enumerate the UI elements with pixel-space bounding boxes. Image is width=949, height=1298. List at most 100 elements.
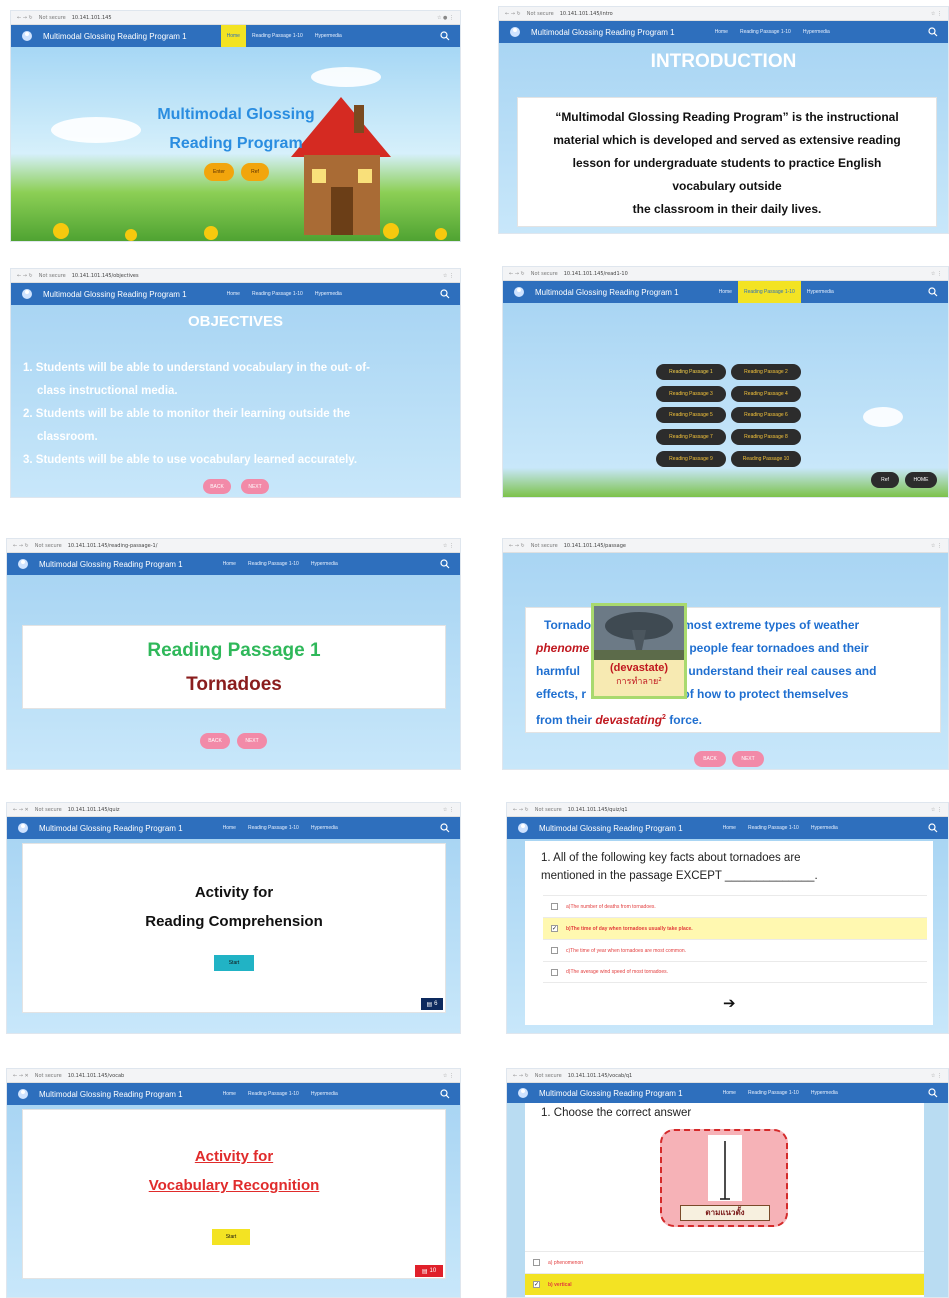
back-nav-icon[interactable]: ← → ↻ <box>513 807 529 813</box>
nav-home[interactable]: Home <box>709 21 734 43</box>
search-icon[interactable] <box>440 289 450 299</box>
start-button[interactable]: Start <box>214 955 254 971</box>
ref-button[interactable]: Ref <box>871 472 899 488</box>
site-brand[interactable]: Multimodal Glossing Reading Program 1 <box>43 32 187 41</box>
passage-button-9[interactable]: Reading Passage 9 <box>656 451 726 467</box>
option-a[interactable]: a)The number of deaths from tornadoes. <box>543 895 927 917</box>
nav-reading-passages[interactable]: Reading Passage 1-10 <box>242 553 305 575</box>
nav-hypermedia[interactable]: Hypermedia <box>805 1083 844 1103</box>
next-button[interactable]: NEXT <box>237 733 267 749</box>
passage-button-5[interactable]: Reading Passage 5 <box>656 407 726 423</box>
nav-reading-passages[interactable]: Reading Passage 1-10 <box>737 281 801 303</box>
address-bar[interactable]: 10.141.101.145/reading-passage-1/ <box>68 543 158 549</box>
address-bar[interactable]: 10.141.101.145/quiz <box>68 807 120 813</box>
search-icon[interactable] <box>440 823 450 833</box>
checkbox[interactable] <box>533 1259 540 1266</box>
nav-hypermedia[interactable]: Hypermedia <box>801 281 840 303</box>
checkbox-checked[interactable]: ✓ <box>533 1281 540 1288</box>
search-icon[interactable] <box>440 1089 450 1099</box>
back-button[interactable]: BACK <box>203 479 231 494</box>
nav-hypermedia[interactable]: Hypermedia <box>797 21 836 43</box>
site-brand[interactable]: Multimodal Glossing Reading Program 1 <box>539 824 683 833</box>
option-c[interactable]: c)The time of year when tornadoes are mo… <box>543 939 927 961</box>
next-button[interactable]: NEXT <box>732 751 764 767</box>
nav-reading-passages[interactable]: Reading Passage 1-10 <box>242 1083 305 1105</box>
nav-home[interactable]: Home <box>713 281 738 303</box>
back-button[interactable]: BACK <box>200 733 230 749</box>
nav-reading-passages[interactable]: Reading Passage 1-10 <box>742 817 805 839</box>
site-brand[interactable]: Multimodal Glossing Reading Program 1 <box>535 288 679 297</box>
passage-button-6[interactable]: Reading Passage 6 <box>731 407 801 423</box>
nav-reading-passages[interactable]: Reading Passage 1-10 <box>242 817 305 839</box>
nav-reading-passages[interactable]: Reading Passage 1-10 <box>246 283 309 305</box>
back-nav-icon[interactable]: ← → ↻ <box>505 11 521 17</box>
start-button[interactable]: Start <box>212 1229 250 1245</box>
nav-home[interactable]: Home <box>217 817 242 839</box>
site-brand[interactable]: Multimodal Glossing Reading Program 1 <box>39 824 183 833</box>
site-brand[interactable]: Multimodal Glossing Reading Program 1 <box>531 28 675 37</box>
address-bar[interactable]: 10.141.101.145/passage <box>564 543 626 549</box>
search-icon[interactable] <box>928 823 938 833</box>
passage-button-10[interactable]: Reading Passage 10 <box>731 451 801 467</box>
address-bar[interactable]: 10.141.101.145/intro <box>560 11 613 17</box>
option-b[interactable]: ✓ b) vertical <box>525 1273 924 1295</box>
nav-reading-passages[interactable]: Reading Passage 1-10 <box>246 25 309 47</box>
address-bar[interactable]: 10.141.101.145/read1-10 <box>564 271 628 277</box>
search-icon[interactable] <box>928 287 938 297</box>
nav-hypermedia[interactable]: Hypermedia <box>309 283 348 305</box>
gloss-word-devastating[interactable]: devastating <box>595 713 662 727</box>
nav-home[interactable]: Home <box>221 283 246 305</box>
search-icon[interactable] <box>928 27 938 37</box>
back-nav-icon[interactable]: ← → ↻ <box>513 1073 529 1079</box>
passage-button-3[interactable]: Reading Passage 3 <box>656 386 726 402</box>
site-brand[interactable]: Multimodal Glossing Reading Program 1 <box>39 1090 183 1099</box>
passage-button-2[interactable]: Reading Passage 2 <box>731 364 801 380</box>
checkbox[interactable] <box>551 903 558 910</box>
option-d[interactable]: d)The average wind speed of most tornado… <box>543 961 927 983</box>
passage-button-1[interactable]: Reading Passage 1 <box>656 364 726 380</box>
back-nav-icon[interactable]: ← → ↻ <box>17 15 33 21</box>
nav-hypermedia[interactable]: Hypermedia <box>805 817 844 839</box>
next-arrow-icon[interactable]: ➔ <box>723 994 736 1012</box>
address-bar[interactable]: 10.141.101.145/objectives <box>72 273 139 279</box>
ref-button[interactable]: Ref <box>241 163 269 181</box>
checkbox[interactable] <box>551 947 558 954</box>
next-button[interactable]: NEXT <box>241 479 269 494</box>
nav-home[interactable]: Home <box>217 1083 242 1105</box>
search-icon[interactable] <box>440 31 450 41</box>
nav-reading-passages[interactable]: Reading Passage 1-10 <box>742 1083 805 1103</box>
nav-home[interactable]: Home <box>220 25 246 47</box>
checkbox-checked[interactable]: ✓ <box>551 925 558 932</box>
site-brand[interactable]: Multimodal Glossing Reading Program 1 <box>43 290 187 299</box>
nav-home[interactable]: Home <box>717 1083 742 1103</box>
option-b[interactable]: ✓ b)The time of day when tornadoes usuall… <box>543 917 927 939</box>
nav-hypermedia[interactable]: Hypermedia <box>309 25 348 47</box>
back-button[interactable]: BACK <box>694 751 726 767</box>
checkbox[interactable] <box>551 968 558 976</box>
enter-button[interactable]: Enter <box>204 163 234 181</box>
back-nav-icon[interactable]: ← → ✕ <box>13 1073 29 1079</box>
search-icon[interactable] <box>928 1088 938 1098</box>
nav-reading-passages[interactable]: Reading Passage 1-10 <box>734 21 797 43</box>
passage-button-8[interactable]: Reading Passage 8 <box>731 429 801 445</box>
passage-button-4[interactable]: Reading Passage 4 <box>731 386 801 402</box>
site-brand[interactable]: Multimodal Glossing Reading Program 1 <box>39 560 183 569</box>
back-nav-icon[interactable]: ← → ↻ <box>13 543 29 549</box>
back-nav-icon[interactable]: ← → ↻ <box>17 273 33 279</box>
back-nav-icon[interactable]: ← → ↻ <box>509 271 525 277</box>
nav-home[interactable]: Home <box>217 553 242 575</box>
passage-button-7[interactable]: Reading Passage 7 <box>656 429 726 445</box>
back-nav-icon[interactable]: ← → ↻ <box>509 543 525 549</box>
nav-hypermedia[interactable]: Hypermedia <box>305 817 344 839</box>
nav-home[interactable]: Home <box>717 817 742 839</box>
nav-hypermedia[interactable]: Hypermedia <box>305 1083 344 1105</box>
search-icon[interactable] <box>440 559 450 569</box>
site-brand[interactable]: Multimodal Glossing Reading Program 1 <box>539 1089 683 1098</box>
address-bar[interactable]: 10.141.101.145/vocab <box>68 1073 124 1079</box>
nav-hypermedia[interactable]: Hypermedia <box>305 553 344 575</box>
back-nav-icon[interactable]: ← → ✕ <box>13 807 29 813</box>
address-bar[interactable]: 10.141.101.145/vocab/q1 <box>568 1073 633 1079</box>
address-bar[interactable]: 10.141.101.145/quiz/q1 <box>568 807 628 813</box>
option-a[interactable]: a) phenomenon <box>525 1251 924 1273</box>
address-bar[interactable]: 10.141.101.145 <box>72 15 112 21</box>
